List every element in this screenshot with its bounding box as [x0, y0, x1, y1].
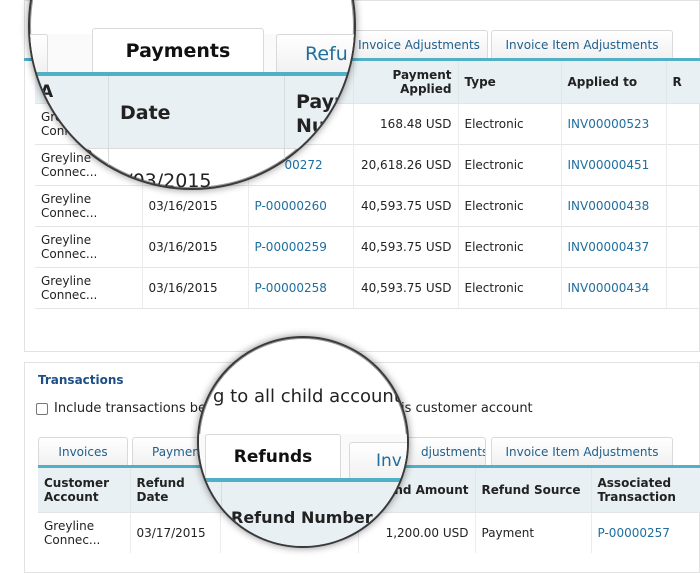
- cell-refund-source: Payment: [475, 511, 592, 553]
- link-applied-to[interactable]: INV00000437: [561, 225, 667, 267]
- screenshot-stage: Refu Invoice Adjustments Invoice Item Ad…: [0, 0, 700, 573]
- column-header-applied-to[interactable]: Applied to: [561, 61, 667, 103]
- lens-content: s Payments Refu A Date PaymNu GreylineCo…: [30, 0, 354, 188]
- cell-account: Connec...: [41, 287, 98, 302]
- cell-extra: [666, 102, 700, 144]
- table-row[interactable]: Greyline Connec... 03/16/2015 P-00000259 …: [35, 225, 700, 267]
- tab-refunds-bottom[interactable]: Refunds: [205, 434, 341, 478]
- header-label: Customer: [44, 475, 110, 490]
- tab-label: Invoices: [58, 445, 108, 459]
- link-payment-number[interactable]: P-00000258: [248, 266, 354, 309]
- cell-account: Connec...: [41, 205, 98, 220]
- table-row[interactable]: Greyline Connec... 03/16/2015 P-00000260 …: [35, 184, 700, 226]
- cell-amount: 168.48 USD: [353, 102, 459, 144]
- cell-account: Greyline: [44, 518, 95, 533]
- magnifier-lens-payments: s Payments Refu A Date PaymNu GreylineCo…: [28, 0, 356, 190]
- lens-cell-date: 09/03/2015: [102, 170, 212, 190]
- tab-label: Inv: [376, 451, 402, 471]
- cell-amount: 40,593.75 USD: [353, 184, 459, 226]
- cell-account: Greyline: [41, 191, 92, 206]
- tab-label: Invoice Item Adjustments: [505, 445, 659, 459]
- link-applied-to[interactable]: INV00000523: [561, 102, 667, 144]
- tab-label: Paymen: [152, 445, 200, 459]
- link-applied-to[interactable]: INV00000434: [561, 266, 667, 309]
- cell-extra: [666, 184, 700, 226]
- cell-account: Connec...: [44, 532, 101, 547]
- lens-header-payment-number: Paym Nu: [296, 90, 354, 138]
- link-payment-number[interactable]: P-00000259: [248, 225, 354, 267]
- cell-type: Electronic: [458, 266, 562, 309]
- checkbox-label: is customer account: [401, 401, 533, 416]
- cell-extra: [666, 143, 700, 185]
- table-row[interactable]: Greyline Connec... 03/16/2015 P-00000258 …: [35, 266, 700, 309]
- header-label: Account: [44, 489, 99, 504]
- section-title-transactions: Transactions: [38, 373, 124, 387]
- column-header-associated-transaction[interactable]: Associated Transaction: [591, 468, 700, 512]
- tab-label: djustments: [421, 445, 486, 459]
- column-header-payment-applied[interactable]: Payment Applied: [353, 61, 459, 103]
- tab-payments-top[interactable]: Payments: [92, 28, 264, 72]
- header-label: Transaction: [597, 489, 676, 504]
- header-label: Refund Date: [136, 475, 185, 504]
- cell-extra: [666, 225, 700, 267]
- tab-label: Payments: [125, 40, 231, 62]
- header-label: Applied: [400, 81, 452, 96]
- cell-type: Electronic: [458, 102, 562, 144]
- tab-adjustments-fragment[interactable]: Inv: [349, 442, 407, 478]
- cell-account: Greyline: [41, 273, 92, 288]
- magnifier-lens-refunds: g to all child accounts Refunds Inv Refu…: [197, 336, 409, 548]
- tab-label: Invoice Item Adjustments: [505, 38, 659, 52]
- header-label: Applied to: [567, 74, 638, 89]
- lens-column-divider: [221, 482, 222, 546]
- cell-type: Electronic: [458, 184, 562, 226]
- link-associated-transaction[interactable]: P-00000257: [591, 511, 700, 553]
- include-child-transactions-checkbox[interactable]: [36, 403, 48, 415]
- cell-type: Electronic: [458, 225, 562, 267]
- link-applied-to[interactable]: INV00000451: [561, 143, 667, 185]
- lens-header-account: A: [40, 82, 54, 102]
- tab-refunds-fragment[interactable]: Refu: [276, 34, 354, 72]
- cell-date: 03/16/2015: [142, 266, 249, 309]
- cell-account: Connec...: [41, 246, 98, 261]
- header-label: Type: [464, 74, 496, 89]
- cell-type: Electronic: [458, 143, 562, 185]
- tab-invoice-adjustments-top[interactable]: Invoice Adjustments: [350, 30, 488, 58]
- lens-header-refund-number: Refund Number: [231, 508, 373, 527]
- lens-account-line: Conn: [42, 160, 73, 174]
- column-header-extra[interactable]: R: [666, 61, 700, 103]
- cell-amount: 20,618.26 USD: [353, 143, 459, 185]
- header-label: Paym: [296, 91, 354, 113]
- link-payment-number[interactable]: P-00000260: [248, 184, 354, 226]
- lens-content: g to all child accounts Refunds Inv Refu…: [199, 338, 407, 546]
- header-label: Payment: [392, 67, 452, 82]
- header-label: Refund Source: [481, 482, 581, 497]
- tab-invoices[interactable]: Invoices: [38, 437, 128, 465]
- cell-date: 03/16/2015: [142, 225, 249, 267]
- tab-label: Refu: [305, 43, 348, 65]
- cell-amount: 40,593.75 USD: [353, 266, 459, 309]
- tab-label: Refunds: [233, 447, 313, 467]
- column-header-type[interactable]: Type: [458, 61, 562, 103]
- tab-invoice-item-adjustments-bottom[interactable]: Invoice Item Adjustments: [491, 437, 673, 465]
- tab-label: Invoice Adjustments: [358, 38, 480, 52]
- column-header-refund-source[interactable]: Refund Source: [475, 468, 592, 512]
- column-header-customer-account[interactable]: Customer Account: [38, 468, 131, 512]
- tab-fragment-left[interactable]: s: [30, 34, 48, 72]
- link-applied-to[interactable]: INV00000438: [561, 184, 667, 226]
- header-label: Nu: [296, 115, 326, 137]
- cell-amount: 40,593.75 USD: [353, 225, 459, 267]
- lens-cell-account: Greyline Conn: [42, 146, 92, 174]
- lens-checkbox-label: g to all child accounts: [213, 386, 409, 407]
- cell-date: 03/16/2015: [142, 184, 249, 226]
- header-label: Associated: [597, 475, 672, 490]
- cell-account: Greyline: [41, 232, 92, 247]
- lens-header-date: Date: [120, 102, 171, 124]
- checkbox-label: Include transactions be: [54, 401, 207, 416]
- cell-extra: [666, 266, 700, 309]
- tab-invoice-item-adjustments-top[interactable]: Invoice Item Adjustments: [491, 30, 673, 58]
- lens-row-divider: [30, 148, 354, 149]
- header-label: R: [672, 74, 682, 89]
- lens-column-divider: [284, 76, 285, 188]
